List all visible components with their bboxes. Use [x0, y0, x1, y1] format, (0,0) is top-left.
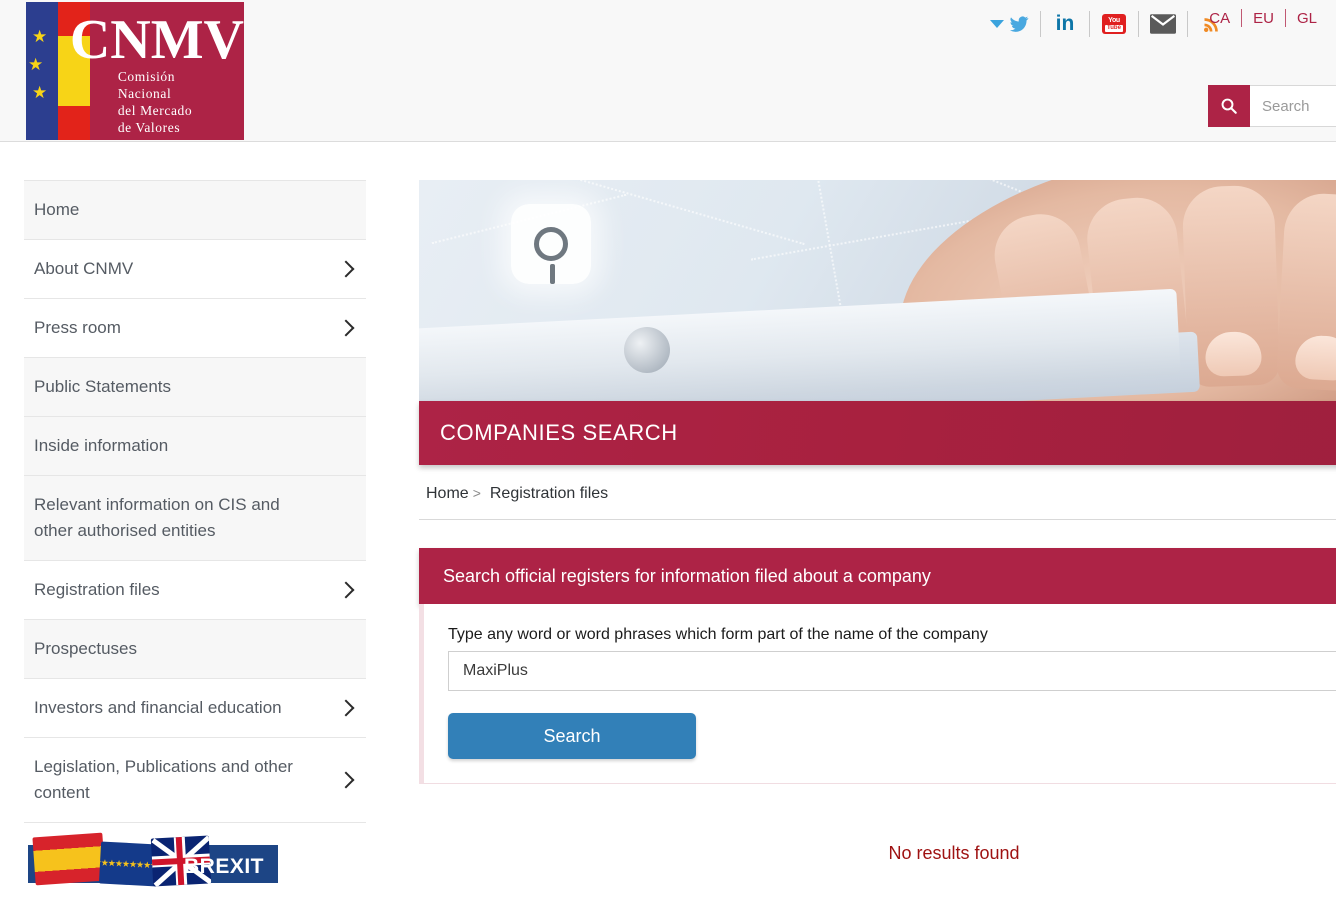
search-icon: [1221, 98, 1237, 114]
page-title-banner: COMPANIES SEARCH: [419, 401, 1336, 465]
sidebar-item-label: Press room: [34, 318, 121, 337]
sidebar-item-press-room[interactable]: Press room: [24, 299, 366, 358]
chevron-right-icon: [337, 319, 355, 337]
eu-star-icon: ★: [32, 83, 48, 102]
sidebar-item-prospectuses[interactable]: Prospectuses: [24, 620, 366, 679]
page-root: ★ ★ ★ CNMV Comisión Nacional del Mercado…: [0, 0, 1336, 911]
sidebar-item-label: Inside information: [34, 436, 169, 455]
search-panel-body: Type any word or word phrases which form…: [419, 604, 1336, 784]
sidebar-item-label: Relevant information on CIS and other au…: [34, 495, 280, 540]
keyboard-knob-graphic: [624, 327, 670, 373]
sidebar-item-registration-files[interactable]: Registration files: [24, 561, 366, 620]
search-panel-heading: Search official registers for informatio…: [443, 565, 931, 586]
sidebar-item-label: Public Statements: [34, 377, 172, 396]
no-results-message: No results found: [888, 843, 1020, 863]
brexit-banner-label: BREXIT: [183, 855, 264, 878]
header-search-input[interactable]: [1250, 85, 1336, 127]
twitter-icon[interactable]: [980, 9, 1040, 39]
logo-subtitle-line: del Mercado: [117, 103, 193, 118]
youtube-icon[interactable]: You Tube: [1090, 9, 1138, 39]
sidebar-item-label: Investors and financial education: [34, 698, 282, 717]
chevron-right-icon: [337, 699, 355, 717]
breadcrumb-separator: >: [472, 485, 481, 501]
sidebar-item-label: About CNMV: [34, 259, 134, 278]
eu-flag-icon: ★★★★★★★★★★★★: [86, 841, 172, 887]
sidebar-item-label: Legislation, Publications and other cont…: [34, 757, 293, 802]
sidebar-item-label: Prospectuses: [34, 639, 137, 658]
eu-star-icon: ★: [32, 27, 48, 46]
breadcrumb: Home > Registration files: [419, 465, 1336, 520]
logo-title: CNMV: [69, 9, 244, 71]
divider: [1241, 9, 1243, 27]
sidebar-item-relevant-information-cis[interactable]: Relevant information on CIS and other au…: [24, 476, 366, 561]
header-search-button[interactable]: [1208, 85, 1250, 127]
cnmv-logo[interactable]: ★ ★ ★ CNMV Comisión Nacional del Mercado…: [26, 2, 244, 140]
divider: [1284, 9, 1286, 27]
linkedin-icon[interactable]: in: [1041, 9, 1089, 39]
sidebar-item-home[interactable]: Home: [24, 180, 366, 240]
chevron-right-icon: [337, 771, 355, 789]
chevron-right-icon: [337, 581, 355, 599]
chevron-down-icon[interactable]: [990, 20, 1004, 28]
company-name-field-label: Type any word or word phrases which form…: [448, 626, 988, 643]
page-title: COMPANIES SEARCH: [440, 420, 678, 445]
sidebar-item-investors-education[interactable]: Investors and financial education: [24, 679, 366, 738]
language-switcher: CA EU GL: [1198, 9, 1328, 27]
email-icon[interactable]: [1139, 9, 1187, 39]
breadcrumb-home-link[interactable]: Home: [426, 485, 469, 503]
sidebar-item-label: Registration files: [34, 580, 160, 599]
search-button[interactable]: Search: [448, 713, 696, 759]
search-panel-header: Search official registers for informatio…: [419, 548, 1336, 604]
sidebar-item-legislation-publications[interactable]: Legislation, Publications and other cont…: [24, 738, 366, 823]
language-link-eu[interactable]: EU: [1242, 10, 1285, 27]
breadcrumb-current: Registration files: [489, 485, 609, 502]
logo-subtitle-line: Nacional: [117, 86, 172, 101]
sidebar-item-label: Home: [34, 200, 80, 219]
site-header: ★ ★ ★ CNMV Comisión Nacional del Mercado…: [0, 0, 1336, 142]
brexit-banner[interactable]: ★★★★★★★★★★★★ BREXIT: [28, 832, 278, 889]
language-link-ca[interactable]: CA: [1198, 10, 1241, 27]
sidebar-item-about-cnmv[interactable]: About CNMV: [24, 240, 366, 299]
eu-star-icon: ★: [28, 55, 44, 74]
logo-subtitle-line: de Valores: [117, 120, 181, 135]
language-link-gl[interactable]: GL: [1286, 10, 1328, 27]
hero-image: [419, 180, 1336, 401]
header-search: [1208, 85, 1336, 127]
company-name-input[interactable]: [448, 651, 1336, 691]
sidebar-nav: Home About CNMV Press room Public Statem…: [24, 180, 366, 823]
sidebar-item-public-statements[interactable]: Public Statements: [24, 358, 366, 417]
main-content: COMPANIES SEARCH Home > Registration fil…: [419, 180, 1336, 784]
magnifier-icon: [511, 204, 591, 284]
sidebar-item-inside-information[interactable]: Inside information: [24, 417, 366, 476]
logo-subtitle: Comisión Nacional del Mercado de Valores: [118, 68, 244, 136]
finger-graphic: [1275, 191, 1336, 393]
chevron-right-icon: [337, 260, 355, 278]
